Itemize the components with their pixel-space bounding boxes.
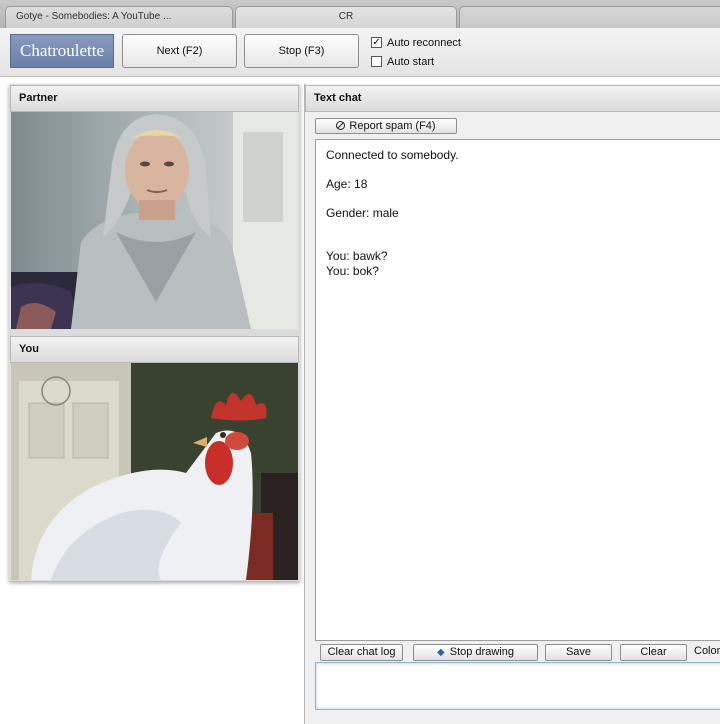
browser-tab-empty[interactable] bbox=[459, 6, 720, 28]
stop-button[interactable]: Stop (F3) bbox=[244, 34, 359, 68]
save-button[interactable]: Save bbox=[545, 644, 612, 661]
partner-video bbox=[11, 112, 298, 329]
color-label: Color bbox=[694, 645, 720, 657]
stop-drawing-button[interactable]: ◆ Stop drawing bbox=[413, 644, 538, 661]
auto-reconnect-checkbox[interactable]: ✓ bbox=[371, 37, 382, 48]
auto-start-label: Auto start bbox=[387, 56, 435, 68]
block-icon bbox=[336, 121, 346, 130]
chat-message: Connected to somebody. bbox=[326, 148, 459, 162]
browser-tab-cr[interactable]: CR bbox=[235, 6, 457, 28]
chat-log[interactable]: Connected to somebody. Age: 18 Gender: m… bbox=[315, 139, 720, 641]
clear-button[interactable]: Clear bbox=[620, 644, 687, 661]
chat-message: You: bok? bbox=[326, 264, 379, 278]
clear-chat-log-button[interactable]: Clear chat log bbox=[320, 644, 403, 661]
chat-message: Gender: male bbox=[326, 206, 399, 220]
browser-tab-strip: Gotye - Somebodies: A YouTube ... CR bbox=[0, 0, 720, 29]
you-panel-header: You bbox=[10, 336, 299, 363]
stop-drawing-label: Stop drawing bbox=[449, 646, 514, 658]
report-spam-button[interactable]: Report spam (F4) bbox=[315, 118, 457, 134]
partner-panel-header: Partner bbox=[10, 85, 299, 112]
browser-tab-gotye[interactable]: Gotye - Somebodies: A YouTube ... bbox=[5, 6, 233, 28]
auto-start-checkbox[interactable] bbox=[371, 56, 382, 67]
text-chat-header: Text chat bbox=[305, 85, 720, 112]
app-toolbar: Chatroulette Next (F2) Stop (F3) ✓ Auto … bbox=[0, 28, 720, 77]
report-spam-label: Report spam (F4) bbox=[349, 120, 436, 132]
chat-input[interactable] bbox=[315, 662, 720, 710]
chat-message: You: bawk? bbox=[326, 249, 388, 263]
chatroulette-logo: Chatroulette bbox=[10, 34, 114, 68]
pencil-icon: ◆ bbox=[437, 647, 445, 658]
you-video bbox=[11, 363, 298, 580]
chat-message: Age: 18 bbox=[326, 177, 368, 191]
auto-reconnect-label: Auto reconnect bbox=[387, 37, 461, 49]
next-button[interactable]: Next (F2) bbox=[122, 34, 237, 68]
